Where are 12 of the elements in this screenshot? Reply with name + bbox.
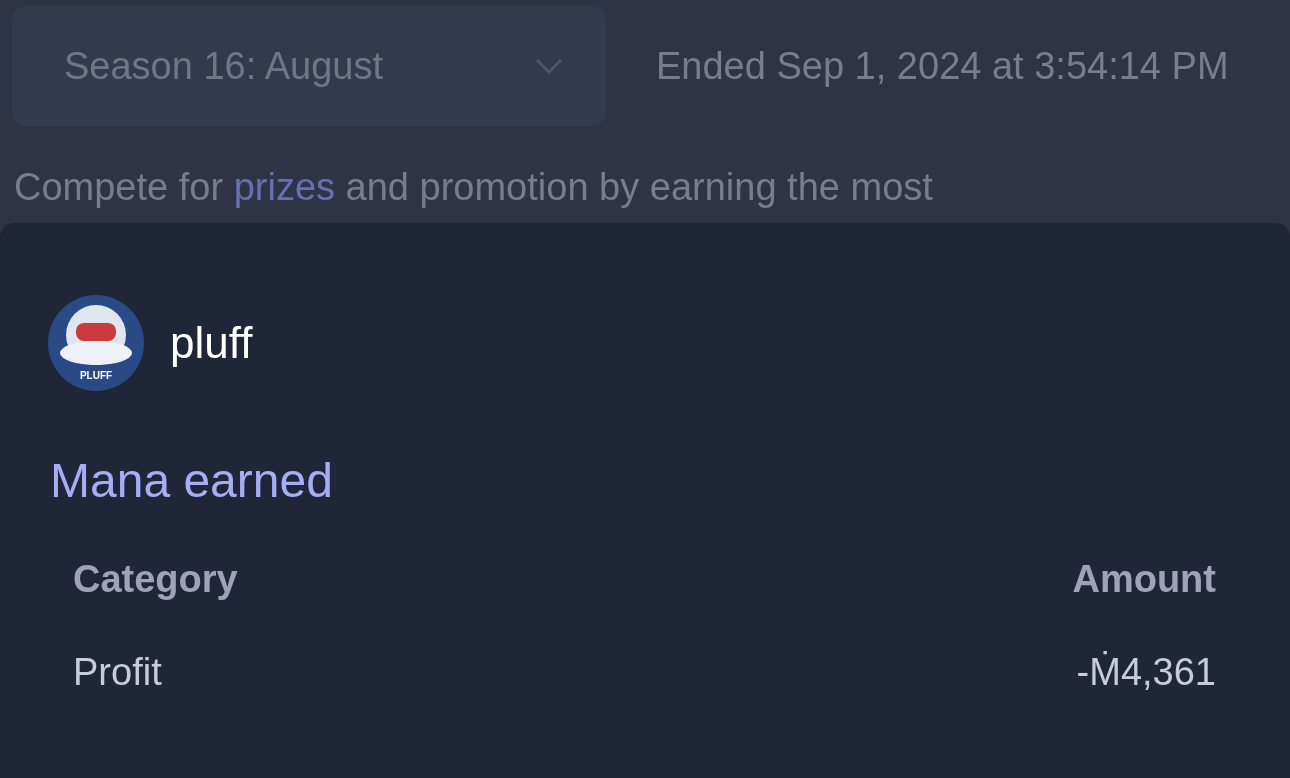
amount-cell-text: -Ṁ4,361: [1075, 651, 1216, 694]
category-cell-text: Profit: [73, 651, 163, 694]
avatar-drawing: PLUFF: [48, 295, 144, 391]
prizes-link[interactable]: prizes: [233, 166, 336, 208]
section-title: Mana earned: [50, 453, 334, 508]
season-dropdown[interactable]: Season 16: August: [12, 6, 606, 126]
ended-date: Ended Sep 1, 2024 at 3:54:14 PM: [656, 44, 1229, 88]
column-header: Category: [73, 558, 239, 601]
username[interactable]: pluff: [170, 318, 253, 368]
intro-text: Compete for prizes and promotion by earning the most: [14, 166, 934, 210]
column-header: Amount: [1072, 558, 1216, 601]
chevron-down-icon: [534, 57, 564, 75]
